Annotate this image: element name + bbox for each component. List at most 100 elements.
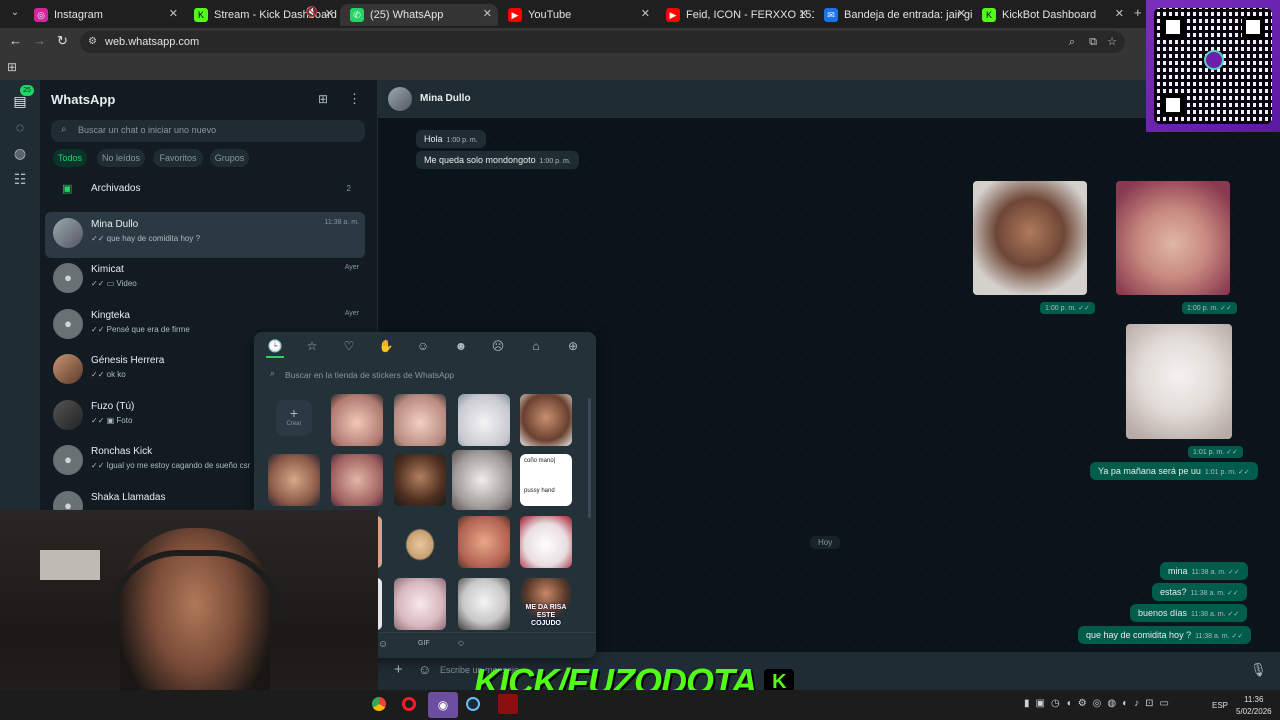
- tab-kick-dashboard[interactable]: K Stream - Kick Dashboard 🔇 ✕: [184, 4, 340, 26]
- contact-name[interactable]: Mina Dullo: [420, 93, 471, 104]
- tab-search-chevron-icon[interactable]: ⌄: [8, 7, 22, 21]
- sticker-tab-icon[interactable]: ◌: [458, 638, 464, 649]
- message-text: buenos días: [1138, 608, 1188, 618]
- microphone-icon[interactable]: 🎙: [1250, 662, 1267, 678]
- plus-icon: +: [289, 405, 299, 421]
- menu-icon[interactable]: ⋮: [348, 91, 361, 107]
- sticker-scrollbar[interactable]: [588, 398, 591, 518]
- sticker-egg-man[interactable]: [394, 516, 446, 568]
- sticker-text-pussy-hand[interactable]: coño mano| pussy hand: [520, 454, 572, 506]
- unread-badge: 25: [20, 85, 34, 96]
- sticker-crying-cat[interactable]: [394, 578, 446, 630]
- close-icon[interactable]: ✕: [1115, 7, 1124, 20]
- gif-tab[interactable]: GIF: [418, 640, 430, 647]
- day-divider: Hoy: [810, 536, 841, 549]
- recent-icon[interactable]: 🕒: [266, 337, 284, 355]
- chat-preview: ✓✓ que hay de comidita hoy ?: [91, 234, 201, 243]
- tab-title: Feid, ICON - FERXXO 151 (Offic: [686, 9, 814, 21]
- tab-instagram[interactable]: ◎ Instagram ✕: [24, 4, 184, 26]
- muted-speaker-icon[interactable]: 🔇: [306, 7, 318, 18]
- image-message-baby[interactable]: [1116, 181, 1230, 295]
- apps-grid-icon[interactable]: ⊞: [7, 60, 17, 74]
- close-icon[interactable]: ✕: [641, 7, 650, 20]
- sticker-baby-face[interactable]: [331, 454, 383, 506]
- filter-no-leidos[interactable]: No leídos: [97, 149, 145, 167]
- sticker-baby-tongue[interactable]: [331, 394, 383, 446]
- install-app-icon[interactable]: ⧉: [1089, 31, 1097, 53]
- zoom-icon[interactable]: ⌕: [1069, 31, 1075, 53]
- new-chat-icon[interactable]: ⊞: [318, 92, 328, 106]
- cake-icon[interactable]: ⌂: [527, 337, 545, 355]
- sticker-siamese-cat[interactable]: [458, 578, 510, 630]
- opera-taskbar-icon[interactable]: [402, 697, 416, 711]
- tab-whatsapp[interactable]: ✆ (25) WhatsApp ✕: [340, 4, 498, 26]
- sticker-laughing-man[interactable]: [458, 516, 510, 568]
- attach-plus-icon[interactable]: +: [394, 661, 403, 678]
- image-message-person[interactable]: [973, 181, 1087, 295]
- chrome-taskbar-icon[interactable]: [372, 697, 386, 711]
- tray-icons[interactable]: ▮▣◷◖⚙◎◍◐♪⊡▭: [1024, 698, 1175, 709]
- address-bar[interactable]: ⚙ web.whatsapp.com ⌕ ⧉ ☆: [80, 31, 1125, 53]
- status-icon[interactable]: ◌: [11, 118, 29, 136]
- bookmark-star-icon[interactable]: ☆: [1107, 31, 1117, 53]
- message-time: 1:00 p. m.: [539, 158, 571, 165]
- sticker-bunny[interactable]: [520, 516, 572, 568]
- filter-grupos[interactable]: Grupos: [210, 149, 249, 167]
- site-info-icon[interactable]: ⚙: [88, 31, 97, 53]
- forward-button[interactable]: →: [33, 33, 46, 48]
- close-icon[interactable]: ✕: [483, 7, 492, 20]
- filter-todos[interactable]: Todos: [53, 149, 87, 167]
- tab-youtube[interactable]: ▶ YouTube ✕: [498, 4, 656, 26]
- conversation-header[interactable]: Mina Dullo: [378, 80, 1280, 118]
- sticker-toggle-icon[interactable]: ☺: [418, 662, 431, 677]
- smile-icon[interactable]: ☺: [414, 337, 432, 355]
- instagram-icon: ◎: [34, 8, 48, 22]
- close-icon[interactable]: ✕: [957, 7, 966, 20]
- close-icon[interactable]: ✕: [325, 7, 334, 20]
- hand-icon[interactable]: ✋: [377, 337, 395, 355]
- emoji-tab-icon[interactable]: ☺: [378, 639, 388, 650]
- clock-time[interactable]: 11:36: [1244, 695, 1263, 704]
- language-indicator[interactable]: ESP: [1212, 701, 1228, 710]
- steam-taskbar-icon[interactable]: [466, 697, 480, 711]
- whatsapp-icon: ✆: [350, 8, 364, 22]
- chat-row-mina-dullo[interactable]: Mina Dullo ✓✓ que hay de comidita hoy ? …: [45, 212, 365, 258]
- sticker-man-portrait[interactable]: [394, 454, 446, 506]
- message-time: 1:01 p. m. ✓✓: [1204, 469, 1250, 476]
- sad-icon[interactable]: ☹: [489, 337, 507, 355]
- sticker-search[interactable]: ⌕ Buscar en la tienda de stickers de Wha…: [266, 366, 584, 384]
- chat-time: Ayer: [344, 264, 359, 271]
- new-tab-button[interactable]: +: [1134, 5, 1142, 20]
- image-message-cat[interactable]: [1126, 324, 1232, 439]
- app-taskbar-icon[interactable]: [498, 694, 518, 714]
- clock-date[interactable]: 5/02/2026: [1236, 707, 1272, 716]
- tab-mail[interactable]: ✉ Bandeja de entrada: jair gianm ✕: [814, 4, 972, 26]
- sticker-boy-laugh[interactable]: [268, 454, 320, 506]
- create-sticker-button[interactable]: + Crear: [276, 400, 312, 436]
- sticker-man-selfie[interactable]: [520, 394, 572, 446]
- search-box[interactable]: ⌕ Buscar un chat o iniciar uno nuevo: [51, 120, 365, 142]
- back-button[interactable]: ←: [9, 33, 22, 48]
- close-icon[interactable]: ✕: [799, 7, 808, 20]
- contact-avatar[interactable]: [388, 87, 412, 111]
- tab-youtube-feid[interactable]: ▶ Feid, ICON - FERXXO 151 (Offic ✕: [656, 4, 814, 26]
- reload-button[interactable]: ↻: [57, 33, 68, 49]
- filter-favoritos[interactable]: Favoritos: [153, 149, 203, 167]
- channels-icon[interactable]: ◍: [11, 144, 29, 162]
- communities-icon[interactable]: ☷: [11, 170, 29, 188]
- sticker-white-cat[interactable]: [458, 394, 510, 446]
- discord-taskbar-icon[interactable]: ◉: [428, 692, 458, 718]
- laugh-icon[interactable]: ☻: [452, 337, 470, 355]
- favorites-star-icon[interactable]: ☆: [303, 337, 321, 355]
- close-icon[interactable]: ✕: [169, 7, 178, 20]
- browser-toolbar: ← → ↻ ⚙ web.whatsapp.com ⌕ ⧉ ☆: [0, 28, 1280, 56]
- chat-row-kimicat[interactable]: ● Kimicat ✓✓ ▭ Video Ayer: [45, 257, 365, 303]
- sticker-me-da-risa[interactable]: ME DA RISA ESTE COJUDO: [520, 578, 572, 630]
- sticker-baby-cry[interactable]: [394, 394, 446, 446]
- sticker-cat-face[interactable]: [452, 450, 512, 510]
- archived-count: 2: [346, 184, 351, 193]
- add-pack-icon[interactable]: ⊕: [564, 337, 582, 355]
- tab-kickbot[interactable]: K KickBot Dashboard ✕: [972, 4, 1130, 26]
- archived-row[interactable]: ▣ Archivados 2: [45, 176, 365, 202]
- heart-icon[interactable]: ♡: [340, 337, 358, 355]
